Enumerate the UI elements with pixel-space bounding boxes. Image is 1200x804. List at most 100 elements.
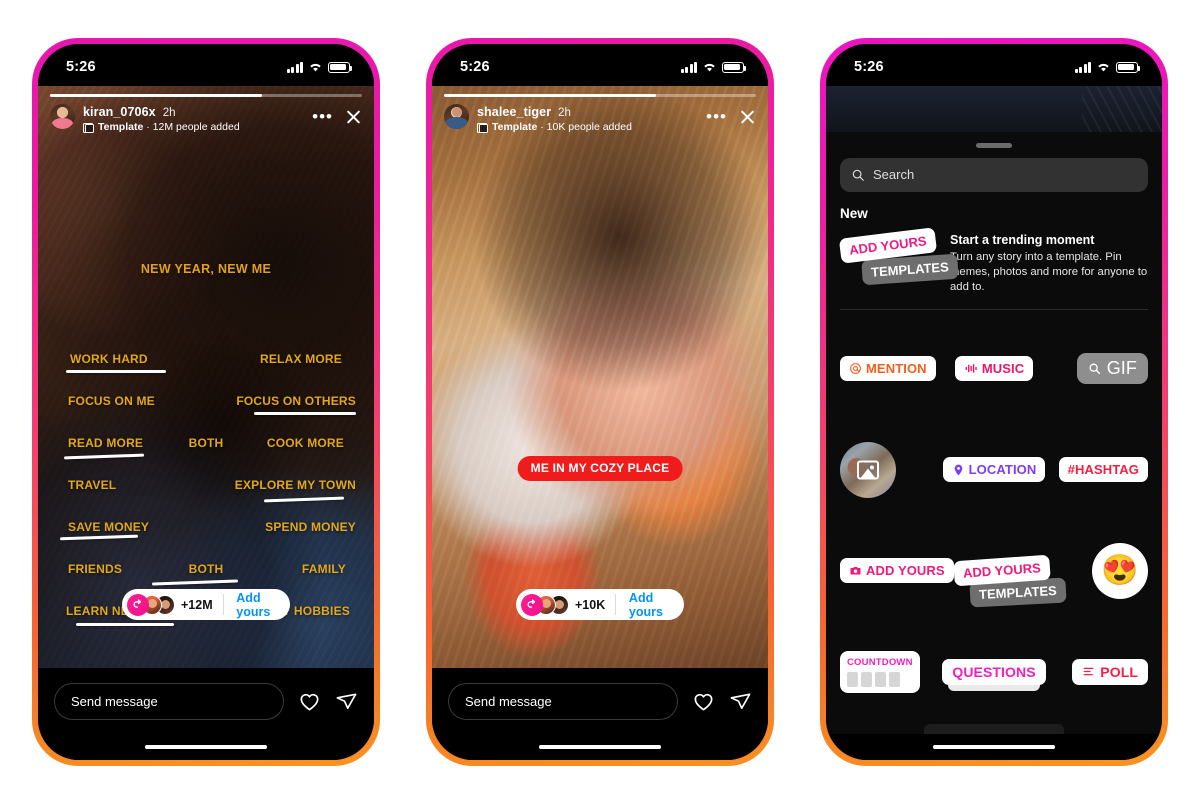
- photo-sticker-icon[interactable]: [840, 441, 896, 498]
- camera-preview-backdrop: [826, 86, 1162, 132]
- sticker-gif[interactable]: GIF: [1076, 353, 1149, 385]
- heart-icon[interactable]: [298, 690, 321, 713]
- option-right[interactable]: FAMILY: [302, 562, 346, 576]
- status-bar: 5:26: [38, 44, 374, 86]
- sticker-row: COUNTDOWN QUESTIONS POLL: [840, 644, 1149, 700]
- template-icon: [83, 122, 94, 133]
- story-timestamp: 2h: [162, 107, 176, 119]
- status-bar: 5:26: [432, 44, 768, 86]
- sticker-questions-wrap: QUESTIONS: [942, 658, 1046, 692]
- option-left[interactable]: TRAVEL: [68, 478, 116, 492]
- battery-full-icon: [722, 61, 747, 73]
- search-placeholder: Search: [873, 167, 915, 182]
- sticker-questions[interactable]: QUESTIONS: [942, 658, 1046, 685]
- sticker-location[interactable]: LOCATION: [942, 457, 1046, 483]
- music-waveform-icon: [965, 364, 977, 374]
- template-icon: [477, 122, 488, 133]
- story-viewer-1[interactable]: kiran_0706x 2h Template · 12M people add…: [38, 86, 374, 668]
- add-yours-button[interactable]: Add yours: [223, 589, 290, 620]
- add-yours-count: +10K: [575, 597, 606, 612]
- option-left[interactable]: FOCUS ON ME: [68, 394, 155, 408]
- phone-2: 5:26 shalee_tiger 2h Template · 10K peop…: [426, 38, 774, 766]
- template-label: Template: [98, 121, 144, 133]
- sticker-row: MENTION MUSIC GIF: [840, 341, 1149, 397]
- promo-card[interactable]: ADD YOURS TEMPLATES Start a trending mom…: [838, 221, 1148, 310]
- sticker-poll[interactable]: POLL: [1072, 658, 1149, 685]
- option-middle[interactable]: BOTH: [189, 562, 224, 576]
- home-indicator: [826, 734, 1162, 760]
- status-bar-indicators: [286, 61, 353, 73]
- heart-icon[interactable]: [692, 690, 715, 713]
- ellipsis-icon[interactable]: •••: [312, 108, 333, 125]
- avatar[interactable]: [444, 104, 469, 129]
- option-right[interactable]: COOK MORE: [267, 436, 344, 450]
- avatar[interactable]: [50, 104, 75, 129]
- story-caption-sticker[interactable]: ME IN MY COZY PLACE: [517, 456, 683, 481]
- option-right[interactable]: RELAX MORE: [260, 352, 342, 366]
- camera-icon: [850, 566, 861, 575]
- sticker-grid: MENTION MUSIC GIF LOCATION #HASHTAG ADD …: [840, 310, 1153, 724]
- story-author-block: shalee_tiger 2h Template · 10K people ad…: [477, 104, 698, 133]
- sticker-mention[interactable]: MENTION: [840, 356, 936, 382]
- promo-sticker-art: ADD YOURS TEMPLATES: [838, 226, 959, 289]
- wifi-icon: [704, 63, 715, 72]
- sticker-tray: Search New ADD YOURS TEMPLATES Start a t…: [826, 132, 1162, 734]
- sticker-add-yours-templates[interactable]: ADD YOURS TEMPLATES: [953, 554, 1067, 608]
- phone-1: 5:26 kiran_0706x 2h Template · 12M peopl…: [32, 38, 380, 766]
- add-yours-count: +12M: [181, 597, 213, 612]
- option-left[interactable]: SAVE MONEY: [68, 520, 149, 534]
- added-count: 10K people added: [546, 121, 632, 133]
- option-left[interactable]: READ MORE: [68, 436, 143, 450]
- sticker-hashtag-label: #HASHTAG: [1067, 462, 1139, 478]
- sticker-emoji[interactable]: 😍: [1092, 542, 1153, 599]
- home-indicator: [38, 734, 374, 760]
- promo-heading: Start a trending moment: [950, 232, 1095, 247]
- option-left[interactable]: WORK HARD: [70, 352, 148, 366]
- handwritten-mark: [254, 412, 356, 415]
- option-right[interactable]: EXPLORE MY TOWN: [235, 478, 356, 492]
- promo-body: Turn any story into a template. Pin meme…: [950, 250, 1148, 294]
- story-username[interactable]: kiran_0706x: [83, 105, 156, 119]
- add-yours-participants: +10K: [516, 589, 615, 620]
- countdown-digits: [847, 671, 900, 687]
- add-yours-pill[interactable]: +12M Add yours: [122, 589, 290, 620]
- story-username[interactable]: shalee_tiger: [477, 105, 551, 119]
- sticker-mention-label: MENTION: [866, 361, 927, 377]
- status-bar-time: 5:26: [460, 59, 490, 75]
- add-yours-button[interactable]: Add yours: [616, 589, 684, 620]
- sticker-music[interactable]: MUSIC: [954, 356, 1034, 382]
- sheet-grabber[interactable]: [976, 143, 1012, 148]
- close-icon[interactable]: [345, 108, 362, 125]
- story-progress-bar: [444, 94, 756, 97]
- template-label: Template: [492, 121, 538, 133]
- option-right[interactable]: FOCUS ON OTHERS: [236, 394, 356, 408]
- paper-plane-icon[interactable]: [335, 690, 358, 713]
- search-icon: [852, 169, 864, 181]
- sticker-countdown-label: COUNTDOWN: [847, 656, 913, 668]
- send-message-input[interactable]: Send message: [448, 682, 678, 720]
- meta-separator: ·: [537, 121, 547, 133]
- send-message-input[interactable]: Send message: [54, 682, 284, 720]
- sticker-row: LOCATION #HASHTAG: [840, 441, 1148, 498]
- option-middle[interactable]: BOTH: [189, 436, 224, 450]
- ellipsis-icon[interactable]: •••: [706, 108, 727, 125]
- add-yours-pill[interactable]: +10K Add yours: [516, 589, 684, 620]
- sticker-add-yours[interactable]: ADD YOURS: [840, 558, 954, 584]
- option-right[interactable]: SPEND MONEY: [265, 520, 356, 534]
- cellular-bars-icon: [680, 61, 697, 73]
- story-viewer-2[interactable]: shalee_tiger 2h Template · 10K people ad…: [432, 86, 768, 668]
- sticker-poll-label: POLL: [1100, 663, 1139, 680]
- sticker-hashtag[interactable]: #HASHTAG: [1058, 457, 1148, 483]
- story-header: shalee_tiger 2h Template · 10K people ad…: [444, 104, 756, 133]
- cellular-bars-icon: [1074, 61, 1091, 73]
- close-icon[interactable]: [739, 108, 756, 125]
- battery-full-icon: [1116, 61, 1141, 73]
- status-bar-time: 5:26: [66, 59, 96, 75]
- option-left[interactable]: FRIENDS: [68, 562, 122, 576]
- template-row: WORK HARD RELAX MORE: [38, 352, 374, 394]
- section-title-new: New: [840, 205, 868, 221]
- search-input[interactable]: Search: [840, 157, 1148, 192]
- paper-plane-icon[interactable]: [729, 690, 752, 713]
- sticker-countdown[interactable]: COUNTDOWN: [840, 650, 920, 693]
- story-header-actions: •••: [706, 104, 756, 125]
